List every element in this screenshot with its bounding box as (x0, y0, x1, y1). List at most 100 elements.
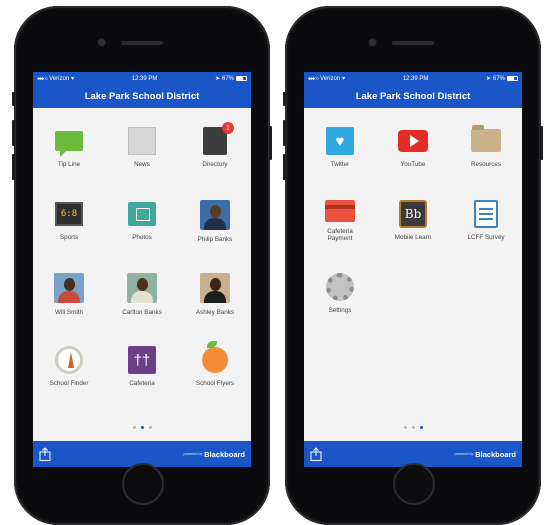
app-resources[interactable]: Resources (450, 108, 522, 168)
powered-by: powered by Blackboard (455, 450, 516, 459)
home-button[interactable] (393, 463, 435, 505)
powered-by-text: powered by (454, 452, 474, 456)
wifi-icon: ▾ (71, 76, 75, 82)
volume-down-button (283, 154, 286, 180)
app-directory[interactable]: 1 Directory (179, 108, 251, 168)
page-indicator[interactable] (304, 426, 522, 429)
app-label: Cafeteria Payment (327, 228, 353, 243)
app-lcff-survey[interactable]: LCFF Survey (450, 181, 522, 241)
photo-icon (127, 200, 157, 228)
app-label: School Finder (49, 380, 89, 387)
app-label: Resources (470, 160, 502, 168)
share-icon[interactable] (39, 447, 51, 461)
page-dot-active[interactable] (419, 426, 423, 429)
carrier-name: Verizon (49, 75, 70, 82)
mobile-learn-icon: Bb (398, 200, 428, 228)
page-dot[interactable] (132, 426, 136, 429)
mute-switch (283, 92, 286, 106)
chat-bubble-icon (54, 127, 84, 157)
youtube-play-icon (398, 127, 428, 155)
status-bar: ●●●○○ Verizon ▾ 12:39 PM ➤ 67% (304, 72, 522, 85)
contact-photo-icon (54, 273, 84, 303)
app-philip-banks[interactable]: Philip Banks (179, 181, 251, 243)
app-label: Philip Banks (197, 236, 233, 243)
app-settings[interactable]: Settings (304, 254, 376, 314)
clipboard-icon (471, 200, 501, 228)
app-label: Directory (202, 161, 228, 168)
app-label: Mobile Learn (394, 234, 432, 241)
fork-knife-icon: †† (127, 346, 157, 374)
volume-down-button (12, 154, 15, 180)
app-label: School Flyers (195, 379, 235, 387)
app-school-flyers[interactable]: School Flyers (179, 327, 251, 387)
app-school-finder[interactable]: School Finder (33, 327, 105, 387)
newspaper-icon (127, 127, 157, 155)
page-dot[interactable] (148, 426, 152, 429)
notification-badge: 1 (222, 122, 234, 134)
app-cafeteria[interactable]: †† Cafeteria (106, 327, 178, 387)
app-youtube[interactable]: YouTube (377, 108, 449, 168)
app-label: Ashley Banks (195, 309, 235, 316)
app-screen: ●●●○○ Verizon ▾ 12:39 PM ➤ 67% Lake Park… (33, 72, 251, 467)
contact-photo-icon (200, 273, 230, 303)
app-label: Twitter (330, 161, 350, 168)
app-label: Tip Line (57, 160, 81, 168)
page-dot-active[interactable] (140, 426, 144, 429)
app-label: LCFF Survey (467, 234, 505, 241)
app-sports[interactable]: 6:8 Sports (33, 181, 105, 241)
app-carlton-banks[interactable]: Carlton Banks (106, 254, 178, 316)
app-label: Will Smith (55, 309, 83, 316)
carrier-name: Verizon (320, 75, 341, 82)
app-will-smith[interactable]: Will Smith (33, 254, 105, 316)
app-tip-line[interactable]: Tip Line (33, 108, 105, 168)
blackboard-logo: Blackboard (204, 449, 245, 459)
earpiece-speaker (121, 41, 163, 45)
phone-left: ●●●○○ Verizon ▾ 12:39 PM ➤ 67% Lake Park… (12, 6, 272, 525)
gear-icon (325, 273, 355, 301)
earpiece-speaker (392, 41, 434, 45)
app-photos[interactable]: Photos (106, 181, 178, 241)
address-book-icon: 1 (200, 122, 234, 155)
scoreboard-icon: 6:8 (54, 200, 84, 228)
app-label: Sports (59, 233, 79, 241)
wifi-icon: ▾ (342, 76, 346, 82)
location-icon: ➤ (485, 76, 491, 82)
home-button[interactable] (122, 463, 164, 505)
app-label: Carlton Banks (122, 309, 162, 316)
app-news[interactable]: News (106, 108, 178, 168)
app-label: YouTube (400, 160, 426, 168)
mute-switch (12, 92, 15, 106)
signal-icon: ●●●○○ (308, 75, 319, 82)
app-label: Photos (132, 233, 152, 241)
powered-by: powered by Blackboard (184, 450, 245, 459)
battery-percent: 67% (221, 75, 234, 82)
blackboard-logo: Blackboard (475, 449, 516, 459)
app-mobile-learn[interactable]: Bb Mobile Learn (377, 181, 449, 241)
status-time: 12:39 PM (131, 75, 158, 82)
volume-up-button (283, 120, 286, 146)
app-cafeteria-payment[interactable]: Cafeteria Payment (304, 181, 376, 243)
app-label: Settings (328, 307, 352, 314)
page-dot[interactable] (403, 426, 407, 429)
app-screen: ●●●○○ Verizon ▾ 12:39 PM ➤ 67% Lake Park… (304, 72, 522, 467)
status-time: 12:39 PM (402, 75, 429, 82)
signal-icon: ●●●○○ (37, 75, 48, 82)
powered-by-text: powered by (183, 452, 203, 456)
page-dot[interactable] (411, 426, 415, 429)
front-camera (98, 39, 105, 46)
app-twitter[interactable]: ♥ Twitter (304, 108, 376, 168)
app-ashley-banks[interactable]: Ashley Banks (179, 254, 251, 316)
page-title: Lake Park School District (33, 85, 251, 108)
power-button (540, 126, 543, 160)
app-label: News (134, 161, 150, 168)
folder-icon (471, 125, 501, 155)
peach-icon (200, 340, 230, 374)
battery-percent: 67% (492, 75, 505, 82)
contact-photo-icon (200, 200, 230, 230)
contact-photo-icon (127, 273, 157, 303)
page-indicator[interactable] (33, 426, 251, 429)
credit-card-icon (325, 200, 355, 222)
page-title: Lake Park School District (304, 85, 522, 108)
share-icon[interactable] (310, 447, 322, 461)
front-camera (369, 39, 376, 46)
